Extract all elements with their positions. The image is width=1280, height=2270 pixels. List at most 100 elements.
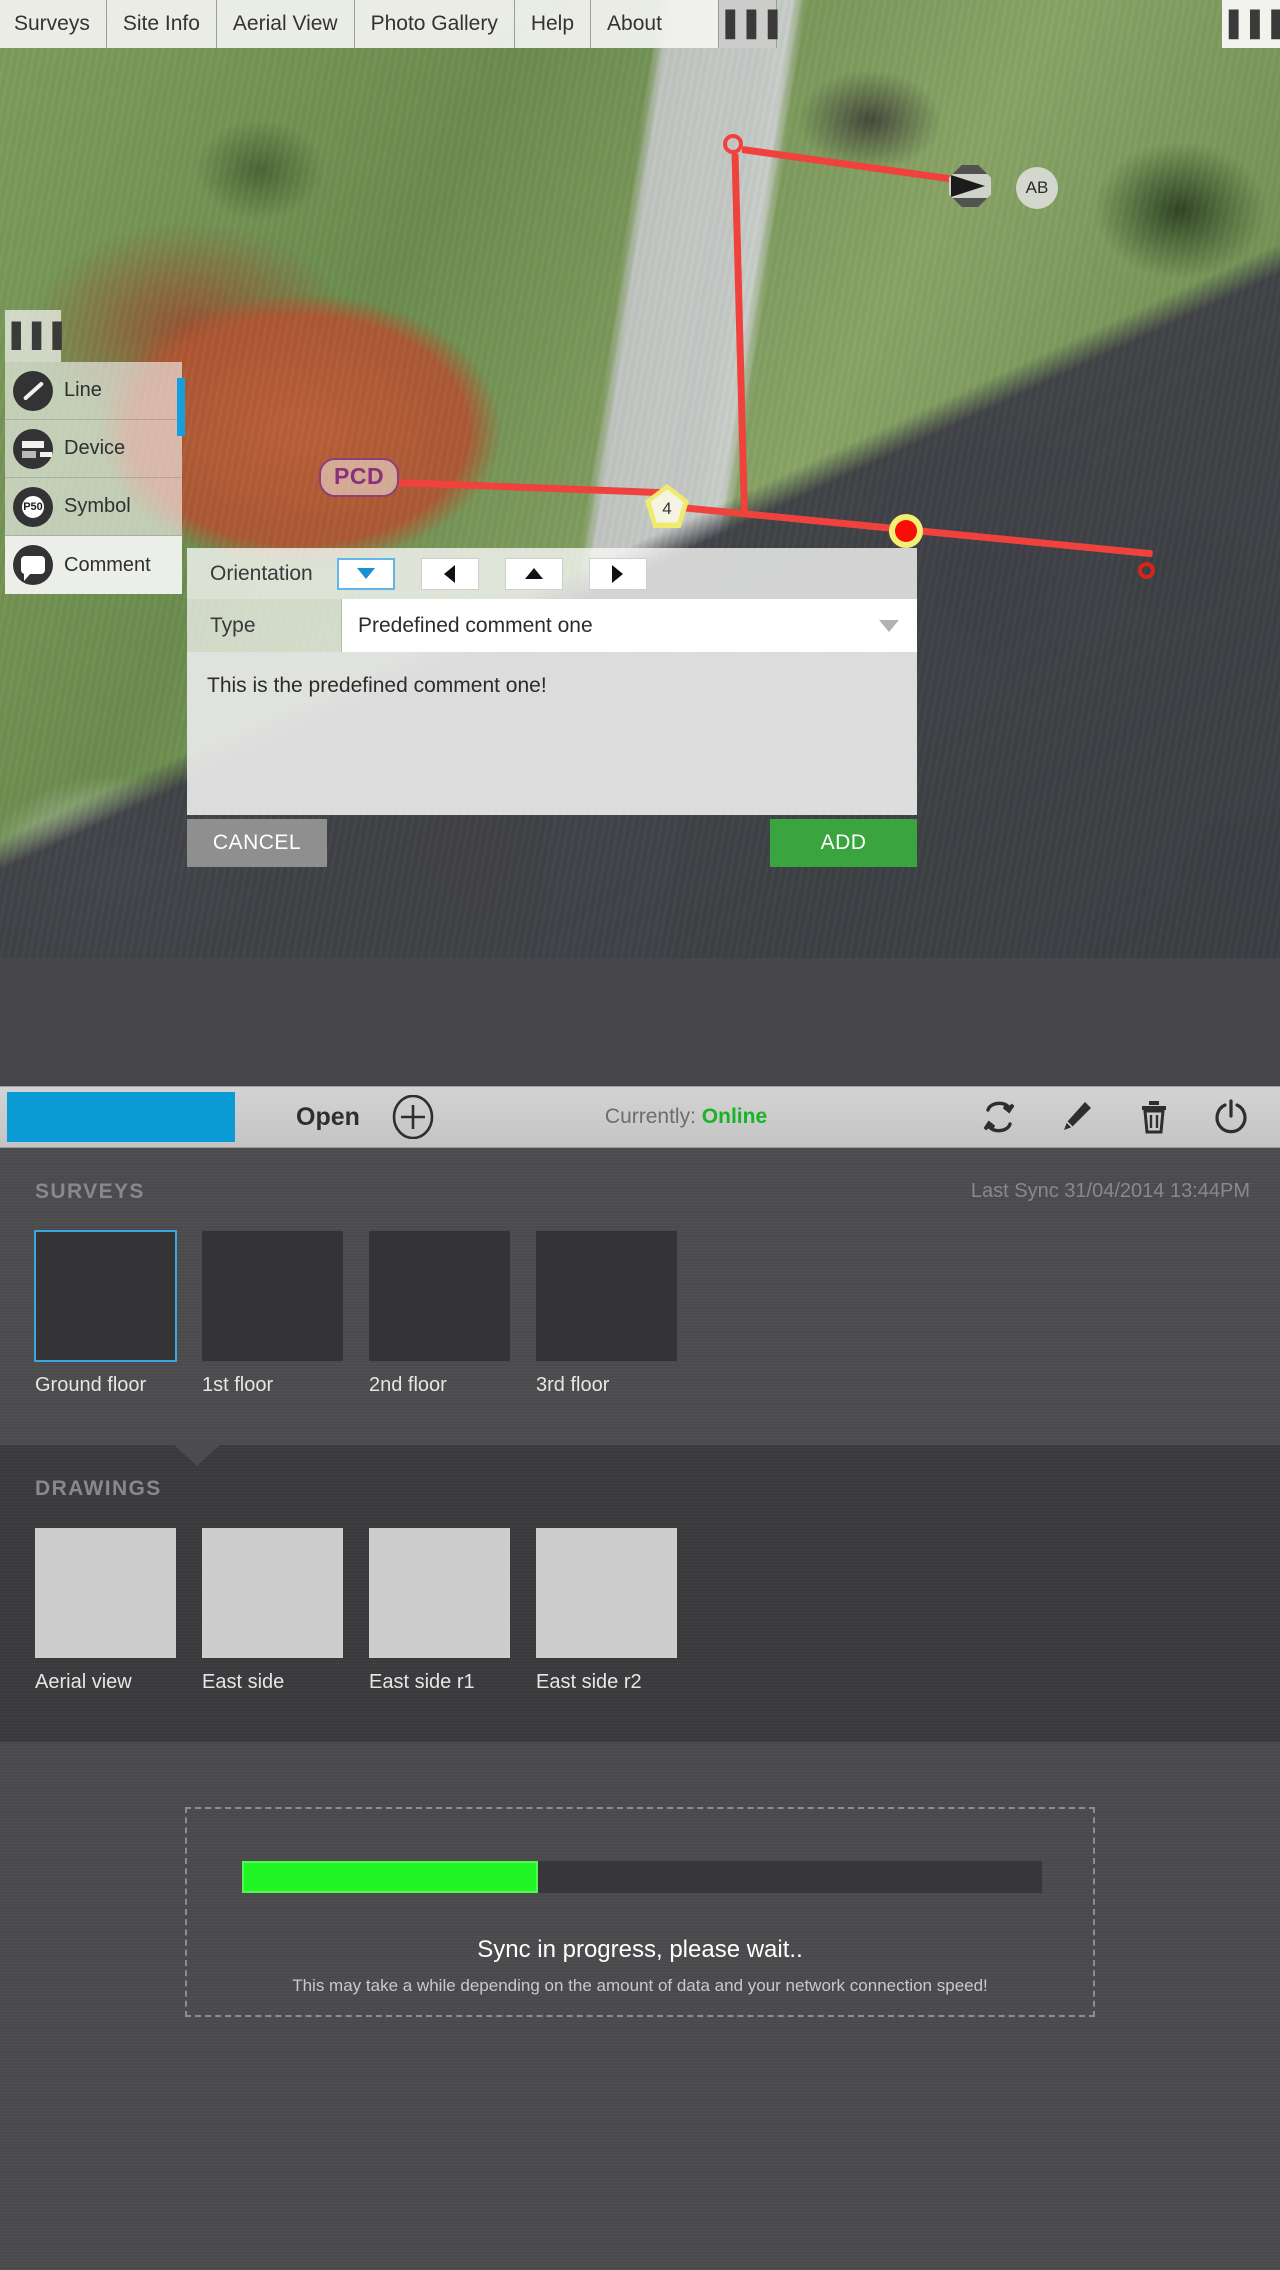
comment-textarea[interactable]: This is the predefined comment one! — [187, 652, 917, 815]
active-point-marker[interactable] — [889, 514, 923, 548]
device-icon — [13, 429, 53, 469]
section-pointer-notch — [173, 1444, 221, 1466]
orientation-controls[interactable] — [337, 558, 647, 590]
pcd-label[interactable]: PCD — [319, 458, 399, 497]
drawing-thumbnail[interactable] — [369, 1528, 510, 1658]
connection-status-label: Currently: — [605, 1105, 696, 1128]
surveys-section-title: SURVEYS — [35, 1180, 145, 1204]
tool-palette[interactable]: ▐▐▐ Line Device P50 Symbol Comment — [5, 310, 182, 594]
arrow-right-icon — [612, 565, 623, 583]
edit-pencil-icon[interactable] — [1060, 1099, 1094, 1135]
survey-node-handle[interactable] — [1138, 562, 1155, 579]
open-button-label: Open — [296, 1103, 360, 1131]
drawing-thumbnail[interactable] — [202, 1528, 343, 1658]
tab-help[interactable]: Help — [515, 0, 591, 48]
menu-handle-icon: ▐▐▐ — [1219, 12, 1280, 37]
list-item[interactable]: 3rd floor — [536, 1231, 677, 1397]
survey-thumbnail[interactable] — [369, 1231, 510, 1361]
survey-thumbnail-label: 1st floor — [202, 1374, 343, 1397]
orientation-left-button[interactable] — [421, 558, 479, 590]
chevron-down-icon — [879, 620, 899, 632]
list-item[interactable]: 1st floor — [202, 1231, 343, 1397]
active-point-core — [895, 520, 917, 542]
add-button-label: ADD — [821, 831, 867, 855]
arrow-up-icon — [525, 568, 543, 579]
type-label: Type — [187, 599, 342, 652]
chevron-down-icon — [357, 568, 375, 579]
list-item[interactable]: East side r1 — [369, 1528, 510, 1694]
comment-dialog[interactable]: Orientation Type Prede — [187, 548, 917, 874]
top-tab-bar[interactable]: Surveys Site Info Aerial View Photo Gall… — [0, 0, 1280, 48]
tab-photo-gallery[interactable]: Photo Gallery — [355, 0, 515, 48]
surveys-section: SURVEYS Last Sync 31/04/2014 13:44PM Gro… — [0, 1148, 1280, 1445]
orientation-row: Orientation — [187, 548, 917, 599]
palette-drag-handle[interactable]: ▐▐▐ — [5, 310, 61, 362]
tool-item-label: Line — [64, 379, 102, 402]
ab-marker-label: AB — [1026, 178, 1049, 198]
drawing-thumbnail[interactable] — [536, 1528, 677, 1658]
app-root: AB 4 PCD Surveys Site Info Aerial View P… — [0, 0, 1280, 2270]
list-item[interactable]: 2nd floor — [369, 1231, 510, 1397]
active-project-swatch[interactable] — [7, 1092, 235, 1142]
drawings-thumbnail-list[interactable]: Aerial view East side East side r1 East … — [35, 1528, 677, 1694]
orientation-dropdown-button[interactable] — [337, 558, 395, 590]
pcd-label-text: PCD — [334, 463, 384, 489]
sync-headline: Sync in progress, please wait.. — [187, 1936, 1093, 1964]
ab-label-marker[interactable]: AB — [1016, 167, 1058, 209]
tool-item-symbol[interactable]: P50 Symbol — [5, 478, 182, 536]
tab-about[interactable]: About — [591, 0, 719, 48]
status-action-bar[interactable]: Open Currently: Online — [0, 1086, 1280, 1148]
cancel-button-label: CANCEL — [213, 831, 301, 855]
device-marker[interactable] — [949, 165, 991, 207]
tab-site-info[interactable]: Site Info — [107, 0, 217, 48]
trash-icon[interactable] — [1138, 1099, 1170, 1135]
orientation-up-button[interactable] — [505, 558, 563, 590]
comment-type-select[interactable]: Predefined comment one — [342, 599, 917, 652]
menu-handle-right[interactable]: ▐▐▐ — [1222, 0, 1280, 48]
survey-line-segment[interactable] — [398, 479, 672, 497]
tab-surveys[interactable]: Surveys — [0, 0, 107, 48]
status-bar-icon-group[interactable] — [982, 1099, 1280, 1135]
tab-label: About — [607, 12, 662, 36]
power-icon[interactable] — [1214, 1099, 1248, 1135]
list-item[interactable]: East side r2 — [536, 1528, 677, 1694]
survey-line-segment[interactable] — [742, 146, 966, 184]
list-item[interactable]: Ground floor — [35, 1231, 176, 1397]
bottom-panel: Open Currently: Online — [0, 958, 1280, 2270]
survey-thumbnail-label: Ground floor — [35, 1374, 176, 1397]
survey-line-segment[interactable] — [732, 153, 748, 513]
list-item[interactable]: Aerial view — [35, 1528, 176, 1694]
tab-label: Help — [531, 12, 574, 36]
tool-item-device[interactable]: Device — [5, 420, 182, 478]
survey-thumbnail-label: 2nd floor — [369, 1374, 510, 1397]
pentagon-marker-label: 4 — [651, 490, 684, 523]
sync-progress-panel: Sync in progress, please wait.. This may… — [185, 1807, 1095, 2017]
add-button[interactable]: ADD — [770, 819, 917, 867]
tool-item-label: Symbol — [64, 495, 131, 518]
palette-handle-icon: ▐▐▐ — [2, 324, 63, 348]
menu-handle-left[interactable]: ▐▐▐ — [719, 0, 777, 48]
cancel-button[interactable]: CANCEL — [187, 819, 327, 867]
comment-type-value: Predefined comment one — [358, 614, 593, 638]
orientation-right-button[interactable] — [589, 558, 647, 590]
type-label-text: Type — [210, 614, 256, 638]
survey-node-handle[interactable] — [723, 134, 743, 154]
tab-aerial-view[interactable]: Aerial View — [217, 0, 355, 48]
drawing-thumbnail[interactable] — [35, 1528, 176, 1658]
symbol-icon: P50 — [13, 487, 53, 527]
survey-thumbnail[interactable] — [202, 1231, 343, 1361]
sync-icon[interactable] — [982, 1099, 1016, 1135]
line-icon — [13, 371, 53, 411]
survey-thumbnail[interactable] — [536, 1231, 677, 1361]
tool-item-label: Comment — [64, 554, 151, 577]
add-new-button[interactable] — [391, 1095, 435, 1139]
tabbar-spacer — [777, 0, 1222, 48]
tool-item-comment[interactable]: Comment — [5, 536, 182, 594]
list-item[interactable]: East side — [202, 1528, 343, 1694]
survey-thumbnail[interactable] — [35, 1231, 176, 1361]
tab-label: Aerial View — [233, 12, 338, 36]
tool-item-line[interactable]: Line — [5, 362, 182, 420]
plus-circle-icon — [391, 1095, 435, 1139]
surveys-thumbnail-list[interactable]: Ground floor 1st floor 2nd floor 3rd flo… — [35, 1231, 677, 1397]
open-button[interactable]: Open — [296, 1103, 360, 1132]
